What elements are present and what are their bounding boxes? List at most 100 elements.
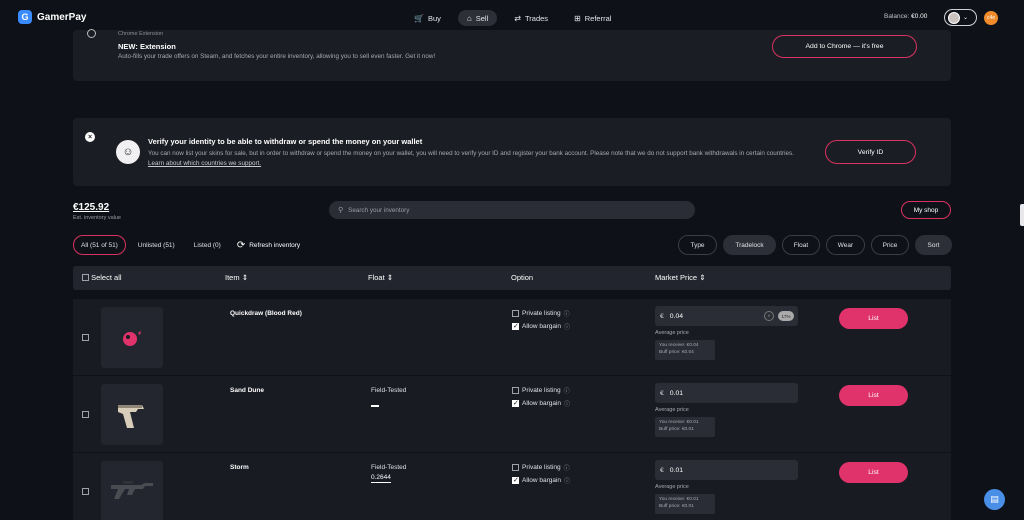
table-row: Sand Dune Field-Tested Private listing ⓘ …	[73, 376, 951, 453]
average-price-label: Average price	[655, 407, 689, 413]
allow-bargain-option[interactable]: Allow bargainⓘ	[512, 322, 570, 331]
info-icon: ⓘ	[563, 312, 570, 318]
pistol-image	[118, 404, 144, 428]
wear-filter-button[interactable]: Wear	[826, 235, 865, 255]
average-price-label: Average price	[655, 484, 689, 490]
info-icon: ⓘ	[564, 402, 571, 408]
column-market-price[interactable]: Market Price ⇕	[655, 273, 705, 282]
cart-icon: 🛒	[414, 13, 424, 23]
column-float-label: Float	[368, 273, 385, 282]
private-listing-label: Private listing	[522, 387, 561, 394]
est-inventory-value[interactable]: €125.92	[73, 202, 109, 213]
select-all-label: Select all	[91, 273, 122, 282]
allow-bargain-checkbox[interactable]	[512, 399, 519, 407]
filter-listed[interactable]: Listed (0)	[187, 235, 228, 255]
price-input[interactable]: €0.01	[655, 383, 798, 403]
percent-badge[interactable]: 17%	[778, 311, 794, 321]
allow-bargain-label: Allow bargain	[522, 323, 562, 330]
buff-price: Buff price: €0.01	[659, 503, 694, 509]
gift-icon: ⊞	[574, 13, 581, 23]
allow-bargain-checkbox[interactable]	[512, 476, 519, 484]
sort-icon: ⇕	[699, 273, 706, 282]
app-name: GamerPay	[37, 11, 87, 23]
refresh-inventory-button[interactable]: ⟳ Refresh inventory	[237, 240, 300, 251]
sort-filter-buttons: Type Tradelock Float Wear Price Sort	[678, 235, 952, 255]
verify-title: Verify your identity to be able to withd…	[148, 137, 423, 146]
private-listing-option[interactable]: Private listing ⓘ	[512, 463, 570, 472]
allow-bargain-option[interactable]: Allow bargainⓘ	[512, 399, 570, 408]
buff-price: Buff price: €0.04	[659, 349, 694, 355]
lightning-icon[interactable]: ⚡	[764, 311, 774, 321]
row-checkbox[interactable]	[82, 411, 89, 418]
price-input[interactable]: €0.01	[655, 460, 798, 480]
list-button[interactable]: List	[839, 308, 908, 329]
add-to-chrome-button[interactable]: Add to Chrome — it's free	[772, 35, 917, 58]
table-header: Select all Item ⇕ Float ⇕ Option Market …	[73, 266, 951, 290]
tradelock-filter-button[interactable]: Tradelock	[723, 235, 776, 255]
price-input[interactable]: €0.04 ⚡ 17%	[655, 306, 798, 326]
private-listing-checkbox[interactable]	[512, 464, 519, 471]
banner-title: NEW: Extension	[118, 42, 176, 51]
table-row: Quickdraw (Blood Red) Private listingⓘ A…	[73, 299, 951, 376]
filter-all[interactable]: All (51 of 51)	[73, 235, 126, 255]
allow-bargain-label: Allow bargain	[522, 400, 562, 407]
private-listing-checkbox[interactable]	[512, 310, 519, 317]
private-listing-option[interactable]: Private listing ⓘ	[512, 386, 570, 395]
private-listing-label: Private listing	[522, 310, 561, 317]
float-filter-button[interactable]: Float	[782, 235, 820, 255]
info-icon: ⓘ	[563, 466, 570, 472]
column-option-label: Option	[511, 273, 534, 282]
nav-tab-trades[interactable]: ⇄ Trades	[505, 10, 557, 26]
logo[interactable]: G GamerPay	[18, 10, 86, 24]
rifle-image	[111, 480, 153, 499]
verify-id-button[interactable]: Verify ID	[825, 140, 916, 164]
float-value: 0.2644	[371, 474, 391, 483]
search-icon: ⚲	[338, 207, 344, 214]
select-all[interactable]: Select all	[82, 273, 122, 282]
private-listing-label: Private listing	[522, 464, 561, 471]
user-menu[interactable]: ⌄	[944, 9, 977, 26]
currency-symbol: €	[660, 466, 664, 474]
private-listing-checkbox[interactable]	[512, 387, 519, 394]
user-verify-icon: ☺	[116, 140, 140, 164]
select-all-checkbox[interactable]	[82, 274, 89, 281]
allow-bargain-option[interactable]: Allow bargainⓘ	[512, 476, 570, 485]
learn-more-link[interactable]: Learn about which countries we support.	[148, 160, 261, 167]
nav-tab-buy[interactable]: 🛒 Buy	[405, 10, 450, 26]
main-nav: 🛒 Buy ⌂ Sell ⇄ Trades ⊞ Referral	[405, 10, 620, 26]
allow-bargain-checkbox[interactable]	[512, 322, 519, 330]
my-shop-button[interactable]: My shop	[901, 201, 951, 219]
nav-tab-sell[interactable]: ⌂ Sell	[457, 10, 498, 26]
row-checkbox[interactable]	[82, 488, 89, 495]
list-button[interactable]: List	[839, 385, 908, 406]
verify-body: You can now list your skins for sale, bu…	[148, 150, 794, 157]
currency-symbol: €	[660, 389, 664, 397]
swap-icon: ⇄	[514, 13, 521, 23]
sort-icon: ⇕	[386, 273, 394, 282]
notification-badge[interactable]: c4e	[984, 11, 998, 25]
list-button[interactable]: List	[839, 462, 908, 483]
balance-display: Balance: €0.00	[884, 13, 927, 20]
type-filter-button[interactable]: Type	[678, 235, 717, 255]
column-item[interactable]: Item ⇕	[225, 273, 248, 282]
search-bar[interactable]: ⚲	[329, 201, 695, 219]
search-input[interactable]	[348, 206, 679, 214]
buff-price: Buff price: €0.01	[659, 426, 694, 432]
balance-value: €0.00	[911, 13, 928, 20]
column-float[interactable]: Float ⇕	[368, 273, 393, 282]
sort-button[interactable]: Sort	[915, 235, 952, 255]
price-value: 0.01	[669, 466, 684, 474]
nav-tab-referral[interactable]: ⊞ Referral	[565, 10, 620, 26]
chat-support-icon[interactable]: ▤	[984, 489, 1005, 510]
filter-unlisted[interactable]: Unlisted (51)	[131, 235, 182, 255]
item-image	[101, 307, 163, 368]
price-filter-button[interactable]: Price	[871, 235, 909, 255]
private-listing-option[interactable]: Private listing ⓘ	[512, 309, 570, 318]
column-option: Option	[511, 273, 533, 282]
banner-text: Auto-fills your trade offers on Steam, a…	[118, 53, 436, 60]
row-checkbox[interactable]	[82, 334, 89, 341]
item-wear: Field-Tested	[371, 464, 407, 471]
close-icon[interactable]: ×	[85, 132, 95, 142]
refresh-label: Refresh inventory	[249, 241, 301, 249]
side-panel-handle[interactable]	[1020, 204, 1024, 226]
